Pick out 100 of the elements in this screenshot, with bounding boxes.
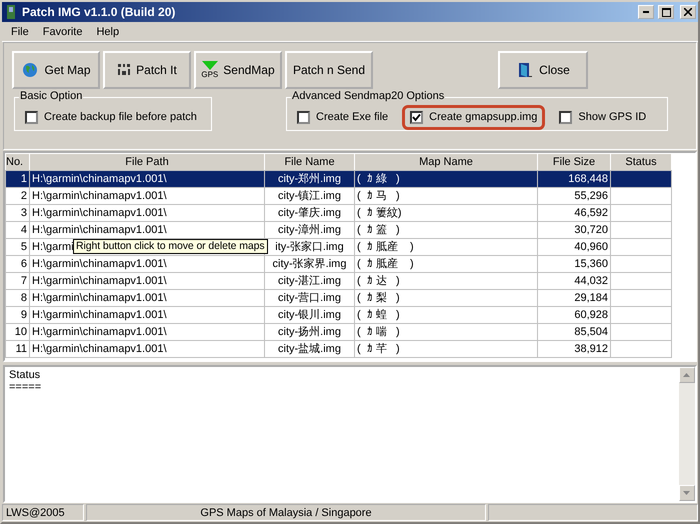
table-cell: 3: [20, 207, 27, 219]
table-row[interactable]: 8 H:\garmin\chinamapv1.001\ city-营口.img ( ｶ 梨 ) 29,184: [6, 290, 672, 306]
globe-icon: [21, 61, 40, 79]
table-cell: city-肇庆.img: [278, 207, 341, 219]
table-cell: 15,360: [574, 258, 608, 270]
minimize-button[interactable]: [638, 5, 654, 19]
table-cell: ( ｶ 胝産 ): [357, 258, 414, 270]
close-button[interactable]: [680, 5, 696, 19]
table-cell: 55,296: [574, 190, 608, 202]
table-cell: city-漳州.img: [278, 224, 341, 236]
table-cell: city-盐城.img: [278, 343, 341, 355]
table-cell: 2: [20, 190, 27, 202]
table-cell: H:\garmi: [32, 241, 74, 253]
table-cell: 11: [16, 343, 27, 355]
table-cell: 4: [20, 224, 27, 236]
table-cell: ( ｶ 簍紋): [357, 207, 402, 219]
table-cell: H:\garmin\chinamapv1.001\: [32, 326, 167, 338]
table-cell: H:\garmin\chinamapv1.001\: [32, 275, 167, 287]
table-cell: ( ｶ 綠 ): [357, 173, 400, 185]
table-cell: ( ｶ 喘 ): [357, 326, 400, 338]
table-cell: 85,504: [574, 326, 608, 338]
group-title: Advanced Sendmap20 Options: [291, 90, 446, 102]
table-row[interactable]: 2 H:\garmin\chinamapv1.001\ city-镇江.img ( ｶ 马 ) 55,296: [6, 188, 672, 204]
check-icon: [412, 112, 422, 122]
table-cell: city-镇江.img: [278, 190, 341, 202]
column-header[interactable]: No.: [6, 154, 30, 170]
grid-icon: [117, 63, 132, 77]
table-cell: 10: [14, 326, 27, 338]
table-cell: H:\garmin\chinamapv1.001\: [32, 309, 167, 321]
table-cell: H:\garmin\chinamapv1.001\: [32, 173, 167, 185]
table-cell: 8: [20, 292, 27, 304]
log-line: =====: [9, 381, 42, 393]
column-header[interactable]: File Size: [538, 154, 610, 170]
table-cell: 9: [20, 309, 27, 321]
table-cell: 6: [20, 258, 27, 270]
column-header[interactable]: Status: [610, 154, 672, 170]
table-cell: ( ｶ 达 ): [357, 275, 400, 287]
log-line: Status: [9, 369, 42, 381]
table-cell: ( ｶ 梨 ): [357, 292, 400, 304]
table-cell: ity-张家口.img: [275, 241, 344, 253]
table-cell: 30,720: [574, 224, 608, 236]
table-row[interactable]: 3 H:\garmin\chinamapv1.001\ city-肇庆.img ( ｶ 簍紋) 46,592: [6, 204, 672, 222]
table-cell: 29,184: [574, 292, 608, 304]
column-header[interactable]: File Name: [264, 154, 354, 170]
table-cell: H:\garmin\chinamapv1.001\: [32, 343, 167, 355]
column-header[interactable]: Map Name: [354, 154, 538, 170]
toolbar-button[interactable]: Get Map: [12, 51, 100, 89]
door-icon: [516, 61, 534, 79]
maximize-icon: [662, 8, 670, 16]
close-icon: [684, 8, 692, 16]
table-row[interactable]: 6 H:\garmin\chinamapv1.001\ city-张家界.img ( ｶ 胝産 ) 15,360: [6, 256, 672, 272]
maximize-button[interactable]: [658, 5, 674, 19]
table-row[interactable]: 1 H:\garmin\chinamapv1.001\ city-郑州.img ( ｶ 綠 ) 168,448: [6, 170, 672, 188]
table-cell: ( ｶ 芊 ): [357, 343, 400, 355]
table-cell: city-扬州.img: [278, 326, 341, 338]
table-cell: city-银川.img: [278, 309, 341, 321]
scroll-up-button[interactable]: [679, 367, 695, 383]
toolbar-button[interactable]: Patch It: [103, 51, 191, 89]
status-panel: GPS Maps of Malaysia / Singapore: [86, 504, 486, 521]
checkbox[interactable]: Create Exe file: [293, 108, 392, 126]
table-cell: 1: [20, 173, 27, 185]
menu-item[interactable]: Help: [89, 26, 126, 38]
table-cell: H:\garmin\chinamapv1.001\: [32, 258, 167, 270]
table-cell: H:\garmin\chinamapv1.001\: [32, 224, 167, 236]
minimize-icon: [643, 11, 649, 13]
table-cell: ( ｶ 蝗 ): [357, 309, 400, 321]
table-cell: 38,912: [574, 343, 608, 355]
menu-item[interactable]: File: [4, 26, 36, 38]
close-app-button[interactable]: Close: [498, 51, 588, 89]
up-arrow-icon: [683, 373, 690, 377]
table-row[interactable]: 11 H:\garmin\chinamapv1.001\ city-盐城.img ( ｶ 芊 ) 38,912: [6, 340, 672, 358]
table-cell: city-湛江.img: [278, 275, 341, 287]
table-cell: H:\garmin\chinamapv1.001\: [32, 207, 167, 219]
table-cell: ( ｶ 马 ): [357, 190, 400, 202]
column-header[interactable]: File Path: [30, 154, 264, 170]
table-row[interactable]: 10 H:\garmin\chinamapv1.001\ city-扬州.img ( ｶ 喘 ) 85,504: [6, 324, 672, 340]
table-cell: 5: [20, 241, 27, 253]
table-cell: 44,032: [574, 275, 608, 287]
arrow-down-icon: [202, 61, 218, 70]
table-row[interactable]: 9 H:\garmin\chinamapv1.001\ city-银川.img ( ｶ 蝗 ) 60,928: [6, 306, 672, 324]
checkbox[interactable]: Create backup file before patch: [21, 108, 201, 126]
scrollbar[interactable]: [679, 367, 695, 501]
icon-label: GPS: [201, 70, 218, 79]
checkbox[interactable]: Show GPS ID: [555, 108, 650, 126]
table-cell: city-郑州.img: [278, 173, 341, 185]
toolbar-button[interactable]: Patch n Send: [285, 51, 373, 89]
status-panel: LWS@2005: [2, 504, 84, 521]
table-cell: 40,960: [574, 241, 608, 253]
down-arrow-icon: [683, 491, 690, 495]
menu-item[interactable]: Favorite: [36, 26, 90, 38]
table-cell: H:\garmin\chinamapv1.001\: [32, 190, 167, 202]
table-cell: ( ｶ 篕 ): [357, 224, 400, 236]
table-cell: ( ｶ 胝産 ): [357, 241, 414, 253]
toolbar-button[interactable]: GPS SendMap: [194, 51, 282, 89]
highlighted-checkbox[interactable]: Create gmapsupp.img: [406, 108, 542, 126]
table-cell: 7: [20, 275, 27, 287]
table-cell: H:\garmin\chinamapv1.001\: [32, 292, 167, 304]
table-cell: 46,592: [574, 207, 608, 219]
table-row[interactable]: 7 H:\garmin\chinamapv1.001\ city-湛江.img ( ｶ 达 ) 44,032: [6, 272, 672, 290]
scroll-down-button[interactable]: [679, 485, 695, 501]
